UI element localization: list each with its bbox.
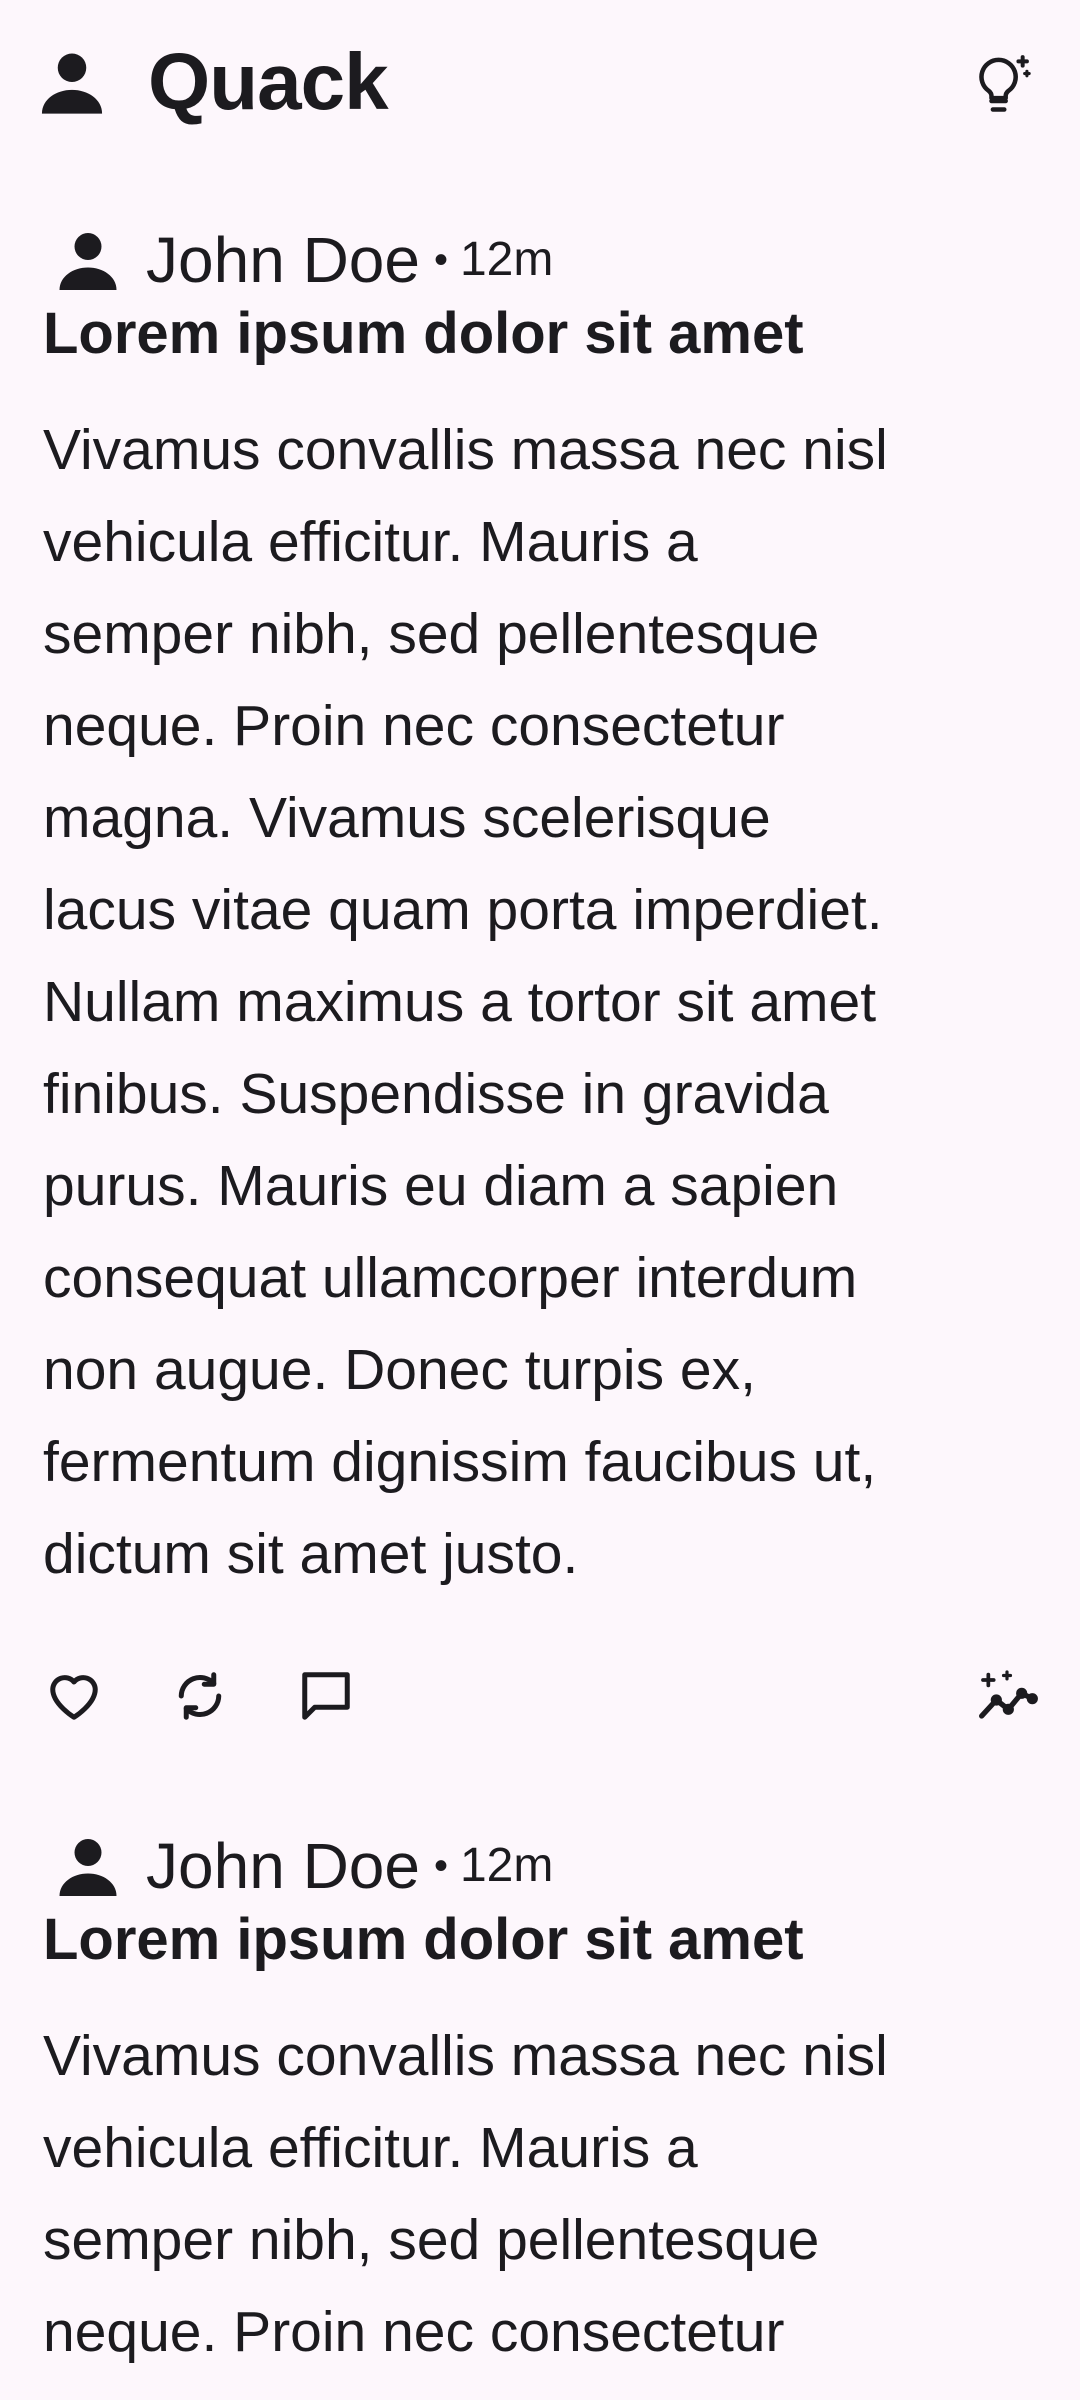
post-actions (0, 1660, 1080, 1756)
author-avatar[interactable] (40, 212, 136, 308)
post-body: Vivamus convallis massa nec nisl vehicul… (43, 2024, 888, 2364)
post-header: John Doe • 12m (40, 1818, 553, 1914)
post-time: 12m (459, 1839, 554, 1892)
like-button[interactable] (38, 1660, 110, 1732)
person-icon (34, 44, 110, 120)
person-icon (52, 224, 124, 296)
post-card: John Doe • 12m Lorem ipsum dolor sit ame… (0, 212, 1080, 1772)
lightbulb-sparkle-icon (966, 50, 1034, 118)
repost-button[interactable] (164, 1660, 236, 1732)
post-header: John Doe • 12m (40, 212, 553, 308)
separator-dot: • (433, 1844, 448, 1888)
comment-icon (296, 1666, 356, 1726)
insights-icon (975, 1664, 1039, 1728)
post-card: John Doe • 12m Lorem ipsum dolor sit ame… (0, 1818, 1080, 2400)
post-body: Vivamus convallis massa nec nisl vehicul… (43, 418, 888, 1586)
top-app-bar: Quack (0, 0, 1080, 165)
comment-button[interactable] (290, 1660, 362, 1732)
author-name[interactable]: John Doe (146, 220, 420, 300)
separator-dot: • (433, 238, 448, 282)
post-title: Lorem ipsum dolor sit amet (43, 1907, 804, 1972)
idea-button[interactable] (960, 44, 1040, 124)
profile-button[interactable] (32, 42, 112, 122)
heart-icon (44, 1666, 104, 1726)
repost-icon (170, 1666, 230, 1726)
post-time: 12m (459, 233, 554, 286)
author-avatar[interactable] (40, 1818, 136, 1914)
person-icon (52, 1830, 124, 1902)
post-title: Lorem ipsum dolor sit amet (43, 301, 804, 366)
author-name[interactable]: John Doe (146, 1826, 420, 1906)
app-title: Quack (148, 37, 389, 126)
insights-button[interactable] (971, 1660, 1043, 1732)
